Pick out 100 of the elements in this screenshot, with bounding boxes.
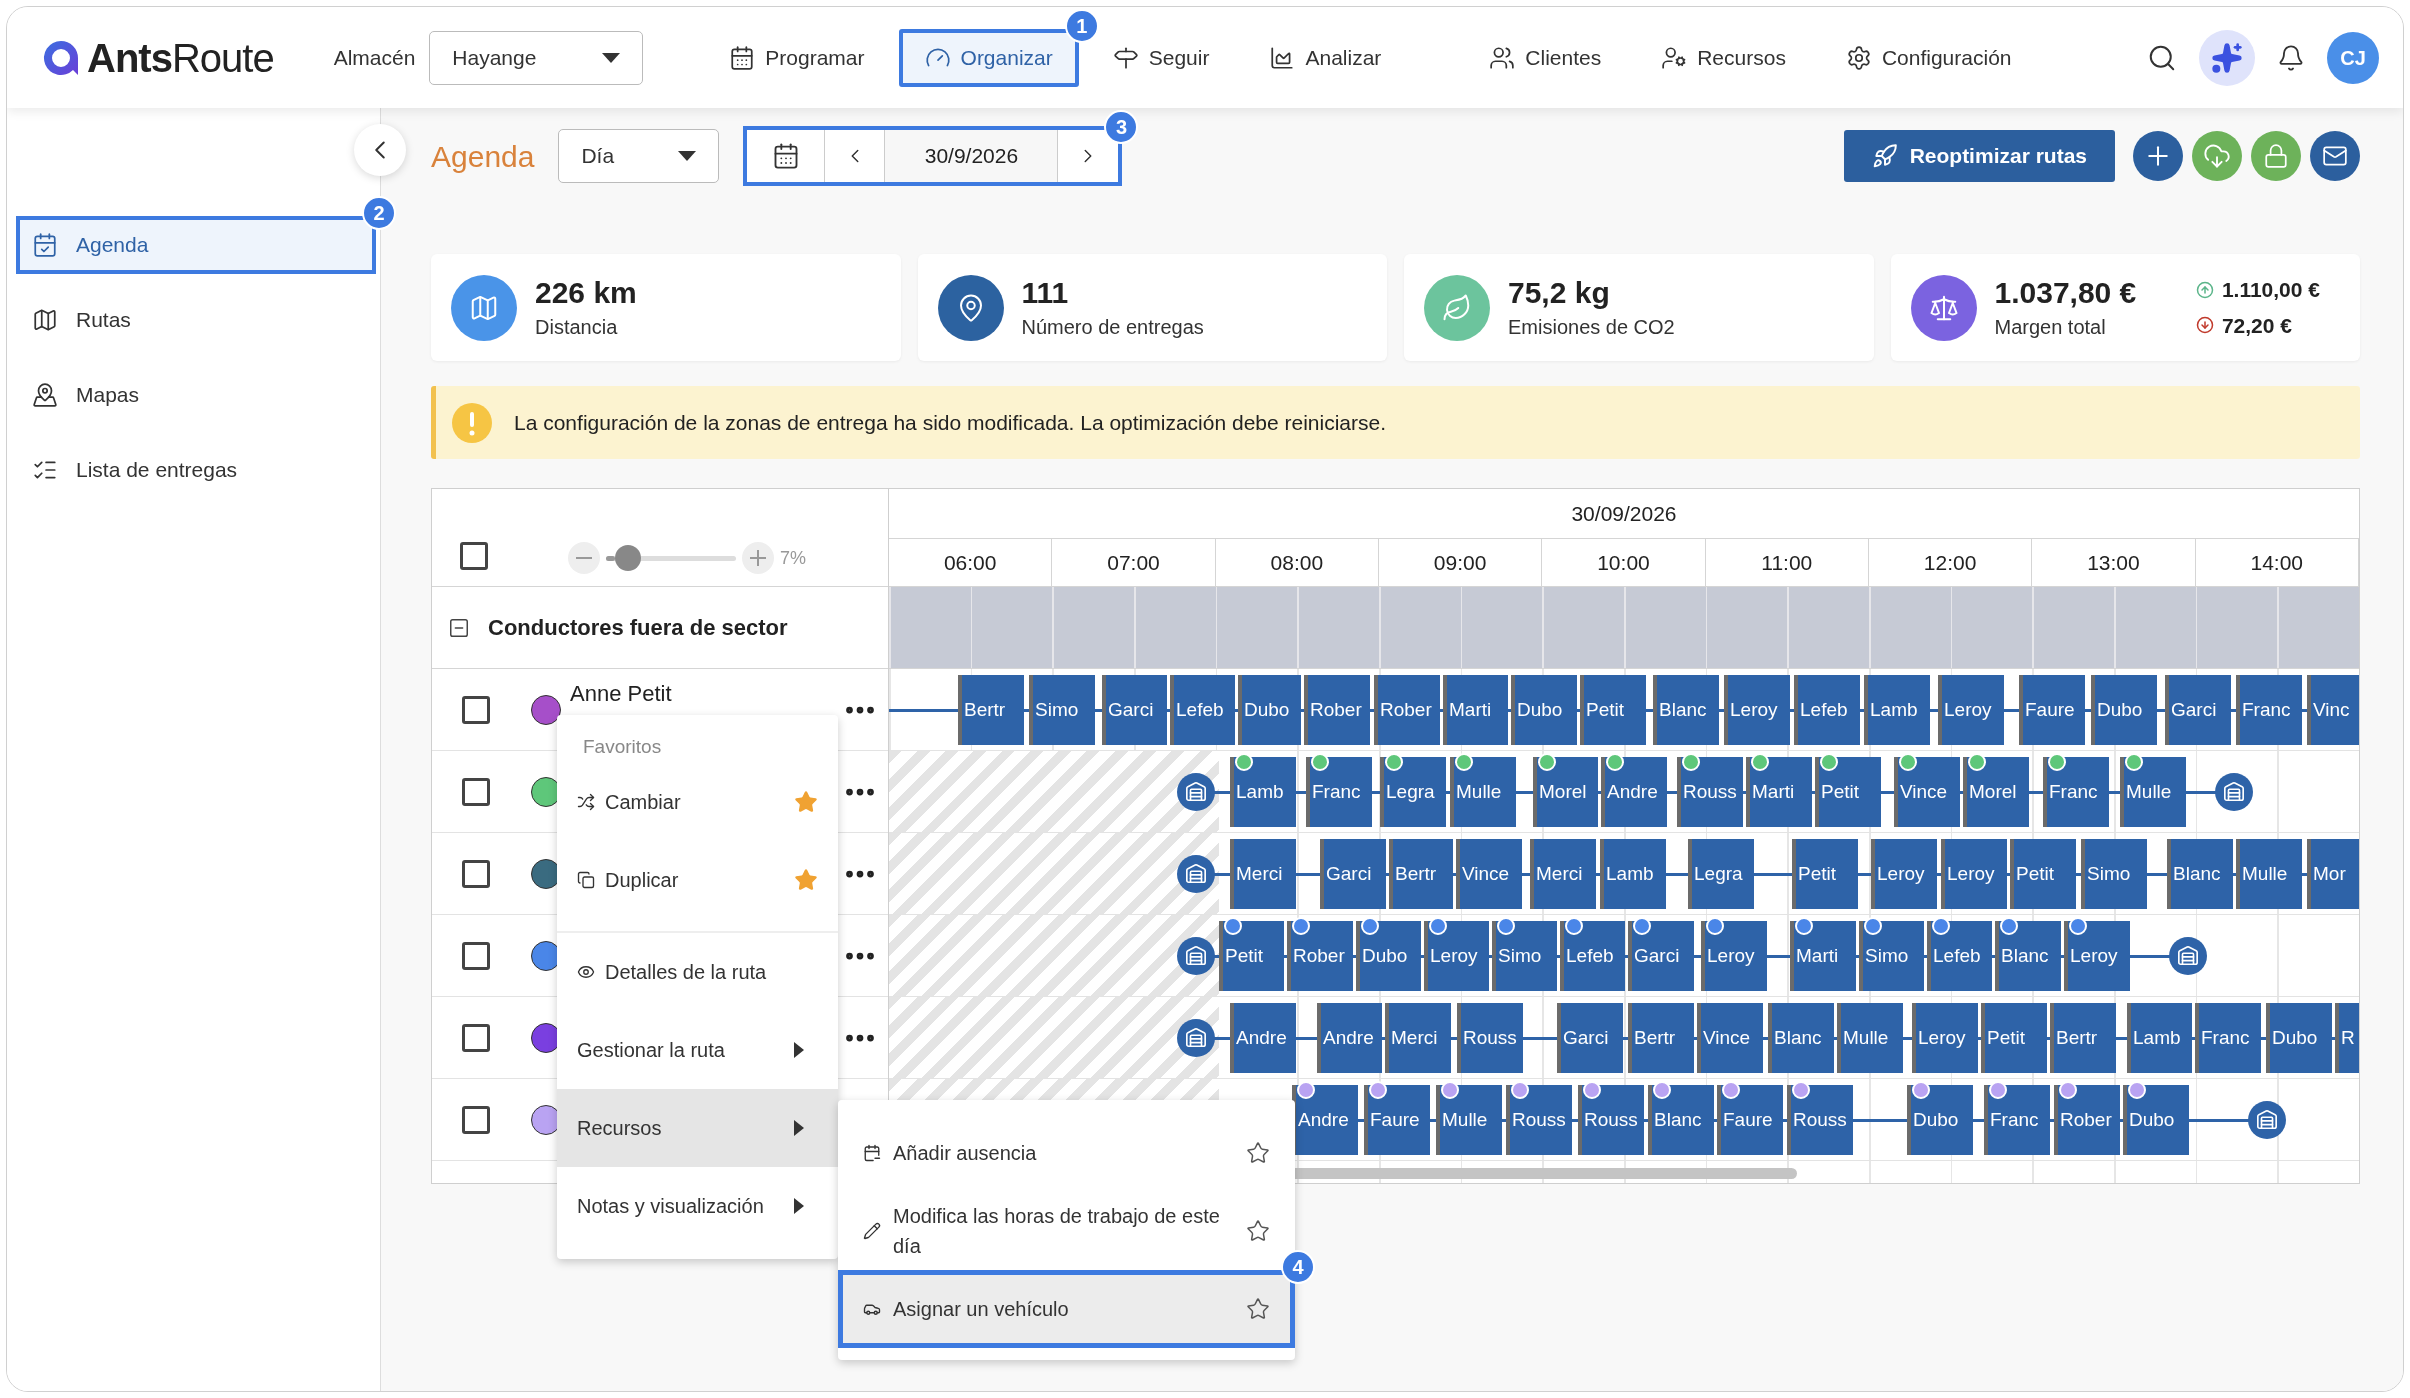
stop-block[interactable]: Rouss bbox=[1506, 1085, 1572, 1155]
menu-item[interactable]: Gestionar la ruta bbox=[557, 1011, 838, 1089]
stop-block[interactable]: Simo bbox=[2081, 839, 2147, 909]
stop-block[interactable]: Garci bbox=[2165, 675, 2231, 745]
slider-thumb[interactable] bbox=[615, 545, 642, 571]
depot-marker[interactable] bbox=[2215, 773, 2253, 811]
stop-block[interactable]: Mulle bbox=[2120, 757, 2186, 827]
stop-block[interactable]: Blanc bbox=[2167, 839, 2233, 909]
stop-block[interactable]: Bertr bbox=[958, 675, 1024, 745]
stop-block[interactable]: Blanc bbox=[1995, 921, 2061, 991]
checkbox[interactable] bbox=[462, 941, 490, 970]
stop-block[interactable]: Franc bbox=[1306, 757, 1372, 827]
stop-block[interactable]: Lamb bbox=[1600, 839, 1666, 909]
stop-block[interactable]: Franc bbox=[2043, 757, 2109, 827]
stop-block[interactable]: Faure bbox=[1717, 1085, 1783, 1155]
bell-icon[interactable] bbox=[2277, 43, 2305, 72]
stop-block[interactable]: Vince bbox=[1894, 757, 1960, 827]
stop-block[interactable]: Mulle bbox=[1837, 1003, 1903, 1073]
stop-block[interactable]: Dubo bbox=[2091, 675, 2157, 745]
stop-block[interactable]: Merci bbox=[1530, 839, 1596, 909]
nav-tab[interactable]: Clientes bbox=[1463, 28, 1628, 87]
stop-block[interactable]: Lefeb bbox=[1170, 675, 1235, 745]
stop-block[interactable]: Petit bbox=[1580, 675, 1646, 745]
stop-block[interactable]: Lefeb bbox=[1927, 921, 1992, 991]
stop-block[interactable]: Petit bbox=[1815, 757, 1881, 827]
stop-block[interactable]: Legra bbox=[1688, 839, 1754, 909]
stop-block[interactable]: Rober bbox=[2054, 1085, 2120, 1155]
nav-tab[interactable]: Recursos bbox=[1635, 28, 1812, 87]
checkbox[interactable] bbox=[462, 695, 490, 724]
stop-block[interactable]: Dubo bbox=[2123, 1085, 2189, 1155]
stop-block[interactable]: Dubo bbox=[1356, 921, 1421, 991]
warehouse-select[interactable]: Hayange bbox=[429, 30, 644, 85]
stop-block[interactable]: Bertr bbox=[2050, 1003, 2116, 1073]
favorite-star-icon[interactable] bbox=[1246, 1141, 1270, 1165]
stop-block[interactable]: Petit bbox=[1792, 839, 1858, 909]
checkbox[interactable] bbox=[460, 542, 488, 570]
reoptimize-button[interactable]: Reoptimizar rutas bbox=[1843, 130, 2115, 182]
stop-block[interactable]: Faure bbox=[2019, 675, 2085, 745]
stop-block[interactable]: Marti bbox=[1790, 921, 1856, 991]
stop-block[interactable]: Andre bbox=[1230, 1003, 1296, 1073]
stop-block[interactable]: Vince bbox=[1697, 1003, 1763, 1073]
favorite-star-icon[interactable] bbox=[794, 868, 818, 892]
stop-block[interactable]: Rober bbox=[1304, 675, 1370, 745]
email-button[interactable] bbox=[2310, 131, 2360, 181]
lock-button[interactable] bbox=[2251, 131, 2301, 181]
stop-block[interactable]: Garci bbox=[1628, 921, 1694, 991]
stop-block[interactable]: Andre bbox=[1292, 1085, 1358, 1155]
stop-block[interactable]: Garci bbox=[1102, 675, 1167, 745]
stop-block[interactable]: Leroy bbox=[2064, 921, 2130, 991]
sidebar-item[interactable]: Mapas bbox=[16, 366, 376, 424]
depot-marker[interactable] bbox=[2169, 937, 2207, 975]
menu-item[interactable]: Cambiar bbox=[557, 763, 838, 841]
stop-block[interactable]: Merci bbox=[1385, 1003, 1451, 1073]
nav-tab[interactable]: Configuración bbox=[1819, 28, 2038, 87]
stop-block[interactable]: Petit bbox=[1219, 921, 1284, 991]
checkbox[interactable] bbox=[462, 1105, 490, 1134]
checkbox[interactable] bbox=[462, 777, 490, 806]
stop-block[interactable]: Dubo bbox=[1511, 675, 1577, 745]
zoom-in-button[interactable] bbox=[742, 542, 774, 574]
download-button[interactable] bbox=[2192, 131, 2242, 181]
depot-marker[interactable] bbox=[2248, 1101, 2286, 1139]
stop-block[interactable]: Mulle bbox=[2236, 839, 2302, 909]
add-button[interactable] bbox=[2133, 131, 2183, 181]
view-select[interactable]: Día bbox=[558, 129, 720, 183]
stop-block[interactable]: Lefeb bbox=[1794, 675, 1860, 745]
stop-block[interactable]: Rouss bbox=[1787, 1085, 1853, 1155]
stop-block[interactable]: Morel bbox=[1963, 757, 2029, 827]
stop-block[interactable]: Simo bbox=[1029, 675, 1095, 745]
stop-block[interactable]: Garci bbox=[1320, 839, 1386, 909]
stop-block[interactable]: Leroy bbox=[1941, 839, 2007, 909]
stop-block[interactable]: Rouss bbox=[1677, 757, 1743, 827]
stop-block[interactable]: Leroy bbox=[1424, 921, 1489, 991]
date-field[interactable]: 30/9/2026 bbox=[885, 130, 1059, 182]
sidebar-item[interactable]: Rutas bbox=[16, 291, 376, 349]
stop-block[interactable]: Andre bbox=[1317, 1003, 1382, 1073]
stop-block[interactable]: Leroy bbox=[1912, 1003, 1978, 1073]
stop-block[interactable]: Leroy bbox=[1701, 921, 1767, 991]
stop-block[interactable]: Bertr bbox=[1389, 839, 1453, 909]
menu-item[interactable]: Notas y visualización bbox=[557, 1167, 838, 1245]
stop-block[interactable]: Lamb bbox=[2127, 1003, 2192, 1073]
user-avatar[interactable]: CJ bbox=[2327, 31, 2379, 84]
collapse-icon[interactable] bbox=[448, 616, 470, 639]
stop-block[interactable]: Simo bbox=[1492, 921, 1557, 991]
menu-item[interactable]: Duplicar bbox=[557, 841, 838, 919]
stop-block[interactable]: Dubo bbox=[1238, 675, 1301, 745]
stop-block[interactable]: Franc bbox=[2236, 675, 2302, 745]
stop-block[interactable]: Rouss bbox=[1578, 1085, 1644, 1155]
stop-block[interactable]: Bertr bbox=[1628, 1003, 1694, 1073]
stop-block[interactable]: Vinc bbox=[2307, 675, 2359, 745]
stop-block[interactable]: Lefeb bbox=[1560, 921, 1625, 991]
stop-block[interactable]: Dubo bbox=[1907, 1085, 1973, 1155]
stop-block[interactable]: Franc bbox=[1984, 1085, 2050, 1155]
stop-block[interactable]: Franc bbox=[2195, 1003, 2261, 1073]
sidebar-item[interactable]: Lista de entregas bbox=[16, 441, 376, 499]
menu-item[interactable]: Recursos bbox=[557, 1089, 838, 1167]
stop-block[interactable]: Marti bbox=[1746, 757, 1812, 827]
stop-block[interactable]: Petit bbox=[2010, 839, 2076, 909]
stop-block[interactable]: Mulle bbox=[1436, 1085, 1502, 1155]
stop-block[interactable]: Dubo bbox=[2266, 1003, 2332, 1073]
stop-block[interactable]: Petit bbox=[1981, 1003, 2047, 1073]
